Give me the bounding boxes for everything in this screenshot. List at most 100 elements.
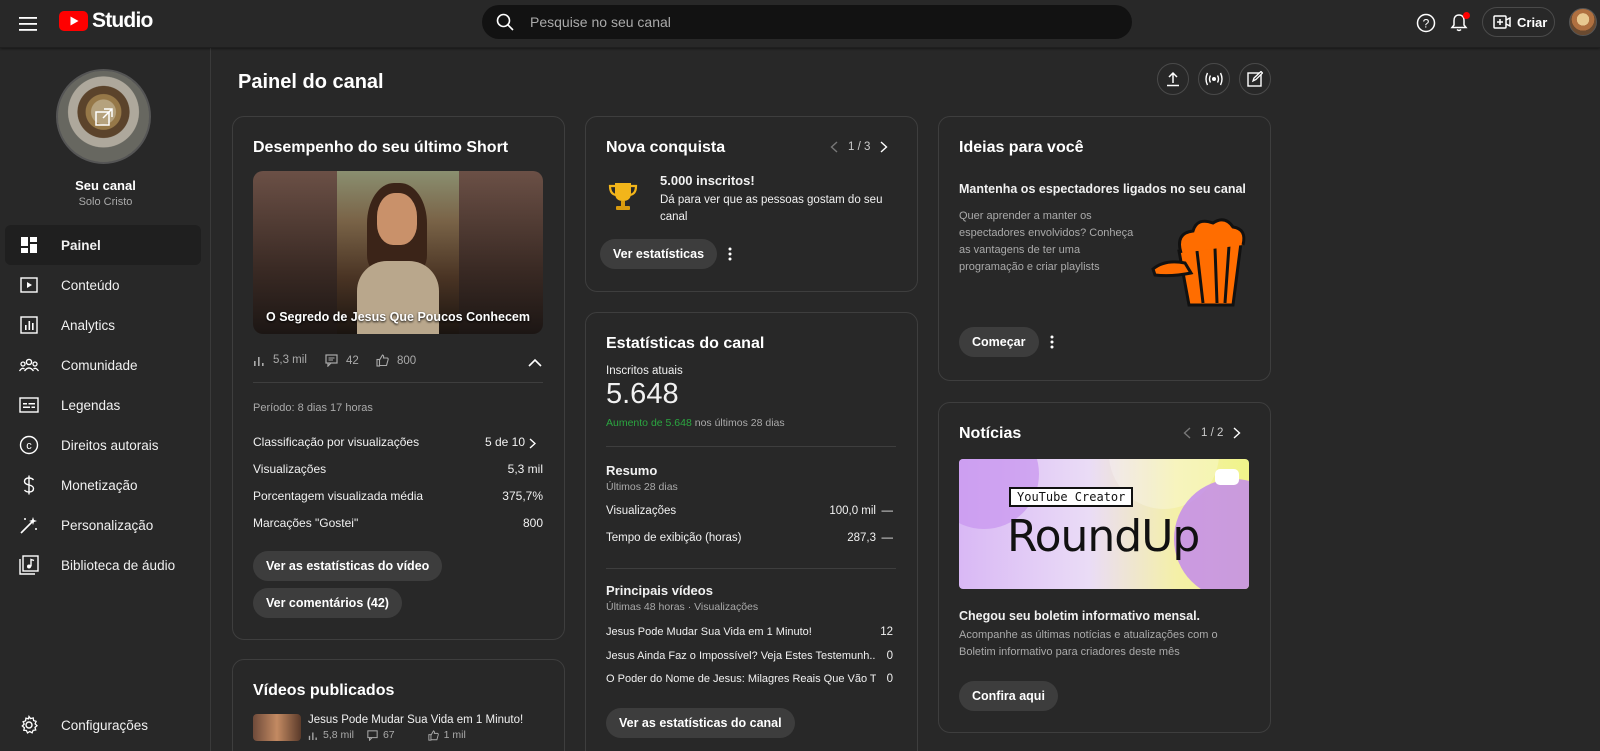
sidebar: Seu canal Solo Cristo Painel Conteúdo An… [0, 48, 211, 751]
sidebar-item-monetization[interactable]: Monetização [5, 465, 201, 505]
trophy-icon [608, 181, 638, 213]
thumbs-up-icon [376, 354, 389, 367]
card-title: Ideias para você [959, 139, 1084, 156]
achievement-card: Nova conquista 1 / 3 5.000 inscritos! Dá… [585, 116, 918, 292]
subs-label: Inscritos atuais [606, 365, 683, 377]
sidebar-item-analytics[interactable]: Analytics [5, 305, 201, 345]
notification-badge [1463, 12, 1470, 19]
youtube-logo-icon [59, 11, 88, 31]
period-label: Período: 8 dias 17 horas [253, 402, 373, 414]
comment-icon [325, 354, 338, 367]
sidebar-item-label: Painel [61, 237, 101, 253]
top-video-value: 0 [886, 673, 893, 685]
avg-viewed-value: 375,7% [502, 489, 543, 503]
sidebar-item-dashboard[interactable]: Painel [5, 225, 201, 265]
notifications-icon[interactable] [1447, 11, 1471, 35]
open-external-icon [94, 107, 113, 126]
channel-avatar[interactable] [56, 69, 151, 164]
likes-value: 800 [397, 354, 417, 367]
menu-icon[interactable] [14, 10, 42, 38]
create-button[interactable]: Criar [1482, 7, 1555, 37]
view-comments-button[interactable]: Ver comentários (42) [253, 588, 402, 618]
pager-text: 1 / 3 [848, 141, 871, 153]
summary-watchtime-value: 287,3 [847, 532, 876, 544]
published-videos-card: Vídeos publicados Jesus Pode Mudar Sua V… [232, 659, 565, 751]
top-bar: Studio Pesquise no seu canal ? Criar [0, 0, 1600, 48]
gear-icon [17, 713, 41, 737]
card-title: Estatísticas do canal [606, 335, 765, 352]
comment-icon [367, 729, 378, 741]
search-bar[interactable]: Pesquise no seu canal [482, 5, 1132, 39]
top-video-value: 0 [886, 650, 893, 662]
sidebar-item-label: Legendas [61, 397, 121, 413]
avg-viewed-label: Porcentagem visualizada média [253, 489, 424, 503]
summary-watchtime-trend: — [881, 532, 894, 544]
go-live-button[interactable] [1198, 63, 1230, 95]
likes-row-label: Marcações "Gostei" [253, 516, 359, 530]
content-icon [17, 273, 41, 297]
top-video-title[interactable]: Jesus Ainda Faz o Impossível? Veja Estes… [606, 650, 876, 662]
top-video-title[interactable]: O Poder do Nome de Jesus: Milagres Reais… [606, 673, 876, 685]
monetization-icon [17, 473, 41, 497]
view-stats-button[interactable]: Ver estatísticas [600, 239, 718, 269]
more-options-icon[interactable] [1042, 332, 1062, 352]
chevron-left-icon[interactable] [1183, 427, 1191, 439]
page-title: Painel do canal [238, 71, 384, 93]
search-input[interactable]: Pesquise no seu canal [530, 14, 671, 30]
summary-views-value: 100,0 mil [829, 505, 876, 517]
help-icon[interactable]: ? [1414, 11, 1438, 35]
chevron-right-icon[interactable] [1233, 427, 1241, 439]
subs-growth: Aumento de 5.648 nos últimos 28 dias [606, 417, 785, 429]
sidebar-item-audio-library[interactable]: Biblioteca de áudio [5, 545, 201, 585]
views-row-label: Visualizações [253, 462, 327, 476]
view-video-stats-button[interactable]: Ver as estatísticas do vídeo [253, 551, 443, 581]
short-thumbnail[interactable]: O Segredo de Jesus Que Poucos Conhecem [253, 171, 543, 334]
sidebar-item-copyright[interactable]: c Direitos autorais [5, 425, 201, 465]
ideas-text: Quer aprender a manter os espectadores e… [959, 210, 1134, 273]
customization-icon [17, 513, 41, 537]
top-video-title[interactable]: Jesus Pode Mudar Sua Vida em 1 Minuto! [606, 626, 876, 638]
subtitles-icon [17, 393, 41, 417]
ideas-headline: Mantenha os espectadores ligados no seu … [959, 182, 1246, 196]
summary-views-label: Visualizações [606, 505, 677, 517]
sidebar-item-community[interactable]: Comunidade [5, 345, 201, 385]
comments-value: 42 [346, 354, 359, 367]
news-text: Acompanhe as últimas notícias e atualiza… [959, 629, 1218, 658]
sidebar-item-content[interactable]: Conteúdo [5, 265, 201, 305]
check-it-out-button[interactable]: Confira aqui [959, 681, 1058, 711]
video-title[interactable]: Jesus Pode Mudar Sua Vida em 1 Minuto! [308, 714, 523, 726]
sidebar-item-settings[interactable]: Configurações [5, 705, 201, 745]
svg-text:?: ? [1423, 17, 1430, 31]
create-post-button[interactable] [1239, 63, 1271, 95]
short-views: 5,3 mil [253, 354, 307, 366]
card-title: Notícias [959, 425, 1022, 442]
chevron-left-icon[interactable] [830, 141, 838, 153]
video-views: 5,8 mil [323, 729, 354, 741]
more-options-icon[interactable] [720, 244, 740, 264]
sidebar-item-subtitles[interactable]: Legendas [5, 385, 201, 425]
video-thumbnail[interactable] [253, 714, 301, 741]
achievement-text: Dá para ver que as pessoas gostam do seu… [660, 194, 883, 223]
news-tag: YouTube Creator [1009, 487, 1134, 507]
summary-views-trend: — [881, 505, 894, 517]
view-channel-stats-button[interactable]: Ver as estatísticas do canal [606, 708, 795, 738]
chevron-right-icon[interactable] [880, 141, 888, 153]
rank-value[interactable]: 5 de 10 [433, 435, 525, 449]
card-title: Nova conquista [606, 139, 726, 156]
ideas-card: Ideias para você Mantenha os espectadore… [938, 116, 1271, 381]
news-thumbnail[interactable]: YouTube Creator RoundUp [959, 459, 1249, 589]
top-videos-title: Principais vídeos [606, 583, 713, 598]
news-card: Notícias 1 / 2 YouTube Creator RoundUp C… [938, 402, 1271, 733]
account-avatar[interactable] [1569, 8, 1597, 36]
achievement-headline: 5.000 inscritos! [660, 173, 755, 188]
sidebar-item-label: Comunidade [61, 357, 138, 373]
studio-logo[interactable]: Studio [59, 9, 153, 33]
short-performance-card: Desempenho do seu último Short O Segredo… [232, 116, 565, 640]
upload-button[interactable] [1157, 63, 1189, 95]
rank-chevron[interactable] [525, 433, 539, 453]
collapse-toggle[interactable] [525, 352, 545, 372]
start-button[interactable]: Começar [959, 327, 1039, 357]
logo-text: Studio [92, 9, 153, 32]
settings-label: Configurações [61, 717, 149, 733]
sidebar-item-customization[interactable]: Personalização [5, 505, 201, 545]
